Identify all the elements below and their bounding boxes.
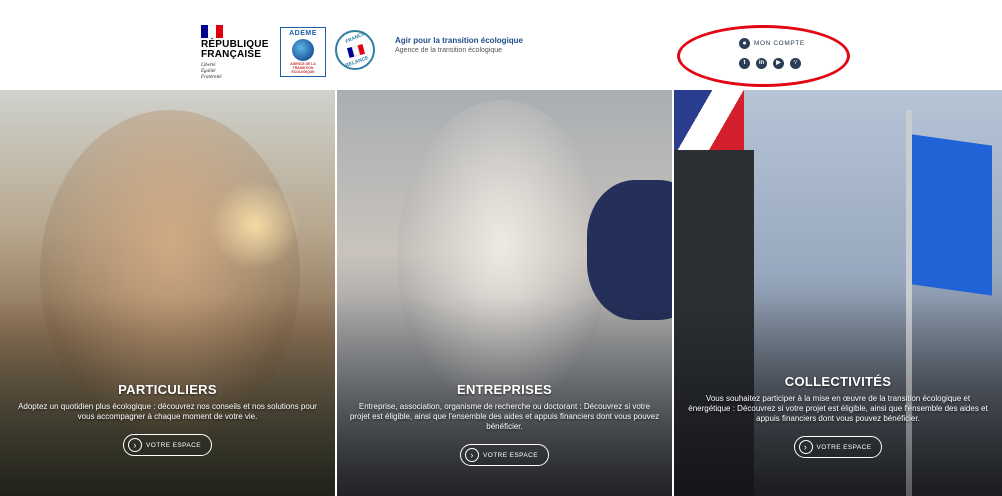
panel-title: PARTICULIERS (118, 382, 217, 397)
tagline-title: Agir pour la transition écologique (395, 36, 524, 45)
france-relance-logo: FRANCE RELANCE (335, 30, 375, 70)
panel-particuliers[interactable]: PARTICULIERS Adoptez un quotidien plus é… (0, 90, 335, 496)
republique-name: RÉPUBLIQUE FRANÇAISE (201, 39, 269, 60)
linkedin-icon[interactable]: in (756, 58, 767, 69)
panel-description: Adoptez un quotidien plus écologique : d… (18, 402, 317, 421)
site-tagline[interactable]: Agir pour la transition écologique Agenc… (395, 36, 523, 54)
mon-compte-link[interactable]: ● MON COMPTE (739, 38, 805, 49)
highlight-oval (677, 25, 850, 87)
votre-espace-button[interactable]: › VOTRE ESPACE (123, 434, 212, 456)
panel-entreprises[interactable]: ENTREPRISES Entreprise, association, org… (337, 90, 672, 496)
twitter-icon[interactable]: t (739, 58, 750, 69)
user-icon: ● (739, 38, 750, 49)
button-label: VOTRE ESPACE (146, 441, 201, 449)
chevron-right-icon: › (798, 440, 813, 454)
site-header: RÉPUBLIQUE FRANÇAISE Liberté Égalité Fra… (0, 0, 1002, 90)
panel-description: Entreprise, association, organisme de re… (349, 402, 660, 431)
social-links: t in ▶ ∵ (739, 58, 801, 69)
sunlight-glow (210, 180, 300, 270)
panel-description: Vous souhaitez participer à la mise en œ… (688, 394, 988, 423)
french-flag-icon (201, 25, 223, 38)
chevron-right-icon: › (128, 438, 143, 452)
globe-icon (292, 39, 314, 61)
particuliers-content: PARTICULIERS Adoptez un quotidien plus é… (0, 382, 335, 456)
republique-motto: Liberté Égalité Fraternité (201, 63, 222, 80)
blue-flag (912, 134, 992, 296)
relance-top-text: FRANCE (344, 30, 367, 46)
entreprises-content: ENTREPRISES Entreprise, association, org… (337, 382, 672, 466)
button-label: VOTRE ESPACE (816, 443, 872, 451)
youtube-icon[interactable]: ▶ (773, 58, 784, 69)
rss-icon[interactable]: ∵ (790, 58, 801, 69)
panel-title: ENTREPRISES (456, 382, 553, 397)
ademe-logo[interactable]: ADEME AGENCE DE LA TRANSITION ÉCOLOGIQUE (280, 27, 326, 77)
votre-espace-button[interactable]: › VOTRE ESPACE (460, 444, 549, 466)
button-label: VOTRE ESPACE (483, 451, 538, 459)
mon-compte-label: MON COMPTE (754, 40, 805, 47)
chevron-right-icon: › (465, 448, 480, 462)
ademe-logo-subtitle: AGENCE DE LA TRANSITION ÉCOLOGIQUE (290, 62, 316, 74)
votre-espace-button[interactable]: › VOTRE ESPACE (793, 436, 883, 458)
panel-title: COLLECTIVITÉS (784, 374, 892, 389)
panel-collectivites[interactable]: COLLECTIVITÉS Vous souhaitez participer … (674, 90, 1002, 496)
collectivites-content: COLLECTIVITÉS Vous souhaitez participer … (674, 374, 1002, 458)
tagline-subtitle: Agence de la transition écologique (395, 47, 503, 54)
ademe-logo-title: ADEME (289, 30, 317, 37)
republique-francaise-logo[interactable]: RÉPUBLIQUE FRANÇAISE Liberté Égalité Fra… (201, 25, 269, 93)
